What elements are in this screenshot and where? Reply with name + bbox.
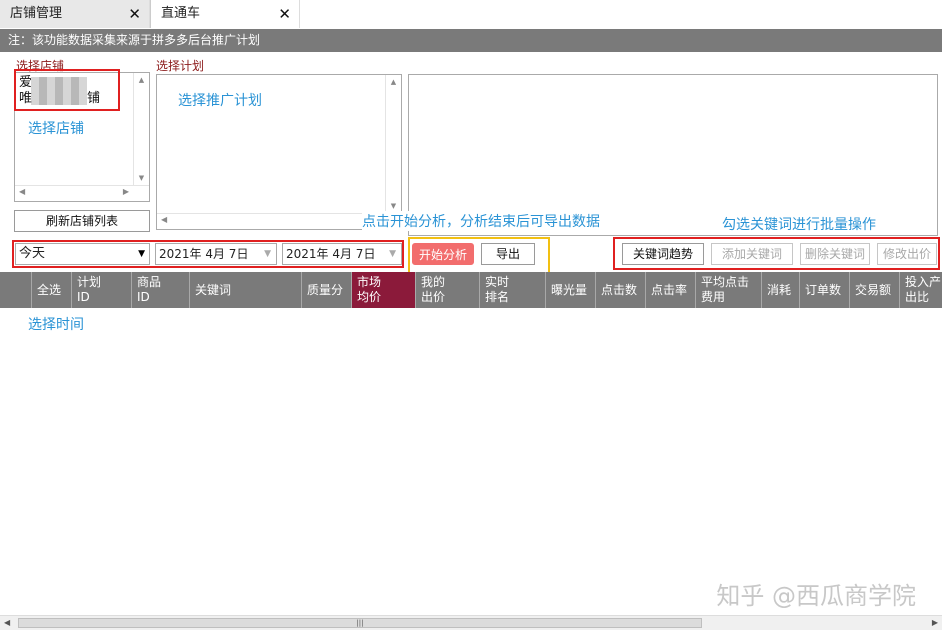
column-header-roi[interactable]: 投入产 出比	[900, 272, 942, 308]
column-header-quality[interactable]: 质量分	[302, 272, 352, 308]
column-header-clicks[interactable]: 点击数	[596, 272, 646, 308]
annotation-start-hint: 点击开始分析，分析结束后可导出数据	[362, 211, 600, 231]
annotation-select-plan: 选择推广计划	[178, 93, 262, 109]
column-header-spend[interactable]: 消耗	[762, 272, 800, 308]
scroll-thumb[interactable]: |||	[18, 618, 702, 628]
close-icon[interactable]: ✕	[278, 0, 291, 28]
annotation-select-time: 选择时间	[28, 317, 84, 333]
watermark: 知乎 @西瓜商学院	[716, 582, 916, 610]
close-icon[interactable]: ✕	[128, 0, 141, 28]
table-hscroll[interactable]: ◀ ||| ▶	[0, 615, 942, 630]
shop-list-hscroll[interactable]: ◀ ▶	[15, 185, 149, 201]
shop-list-vscroll[interactable]: ▲ ▼	[133, 73, 149, 185]
column-header-ctr[interactable]: 点击率	[646, 272, 696, 308]
column-header-avg-cpc[interactable]: 平均点击 费用	[696, 272, 762, 308]
scroll-up-icon[interactable]: ▲	[134, 76, 149, 84]
scroll-down-icon[interactable]: ▼	[386, 202, 401, 210]
tab-bar: 店铺管理 ✕ 直通车 ✕	[0, 0, 942, 28]
scroll-left-icon[interactable]: ◀	[161, 215, 167, 224]
scroll-left-icon[interactable]: ◀	[19, 187, 25, 196]
plan-list-vscroll[interactable]: ▲ ▼	[385, 75, 401, 213]
scroll-up-icon[interactable]: ▲	[386, 78, 401, 86]
column-header-blank	[0, 272, 32, 308]
annotation-box-time	[12, 240, 404, 268]
column-header-goods-id[interactable]: 商品 ID	[132, 272, 190, 308]
plan-label: 选择计划	[156, 59, 205, 73]
table-header: 全选 计划 ID 商品 ID 关键词 质量分 市场 均价 我的 出价 实时 排名…	[0, 272, 942, 308]
scroll-left-icon[interactable]: ◀	[4, 618, 10, 627]
annotation-box-batch	[613, 237, 940, 270]
scroll-down-icon[interactable]: ▼	[134, 174, 149, 182]
tab-label: 直通车	[161, 6, 201, 21]
tab-shop-management[interactable]: 店铺管理 ✕	[0, 0, 150, 28]
column-header-gmv[interactable]: 交易额	[850, 272, 900, 308]
scroll-right-icon[interactable]: ▶	[932, 618, 938, 627]
column-header-orders[interactable]: 订单数	[800, 272, 850, 308]
annotation-batch-hint: 勾选关键词进行批量操作	[722, 214, 876, 234]
refresh-shop-list-button[interactable]: 刷新店铺列表	[14, 210, 150, 232]
column-header-plan-id[interactable]: 计划 ID	[72, 272, 132, 308]
column-header-keyword[interactable]: 关键词	[190, 272, 302, 308]
column-header-market-avg[interactable]: 市场 均价	[352, 272, 416, 308]
column-header-rank[interactable]: 实时 排名	[480, 272, 546, 308]
tab-label: 店铺管理	[10, 6, 63, 21]
tab-ztc[interactable]: 直通车 ✕	[150, 0, 300, 28]
annotation-select-shop: 选择店铺	[28, 121, 84, 137]
scroll-right-icon[interactable]: ▶	[123, 187, 129, 196]
column-header-impressions[interactable]: 曝光量	[546, 272, 596, 308]
column-header-my-bid[interactable]: 我的 出价	[416, 272, 480, 308]
annotation-box-shop	[14, 69, 120, 111]
column-header-select-all[interactable]: 全选	[32, 272, 72, 308]
notice-bar: 注：该功能数据采集来源于拼多多后台推广计划	[0, 29, 942, 52]
